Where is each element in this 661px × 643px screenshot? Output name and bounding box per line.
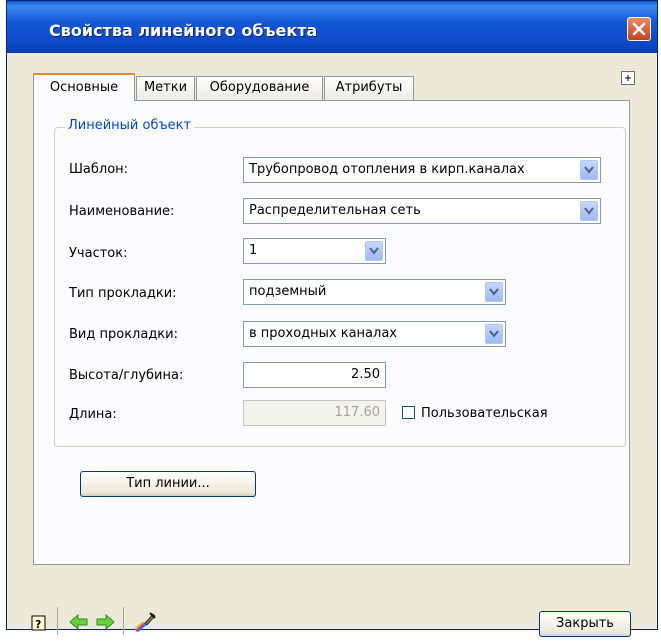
toolbar-separator bbox=[123, 607, 124, 635]
help-icon[interactable]: ? bbox=[31, 615, 47, 635]
group-legend: Линейный объект bbox=[65, 118, 195, 133]
chevron-down-icon[interactable] bbox=[365, 241, 383, 261]
toolbar-separator bbox=[57, 607, 58, 635]
tab-main[interactable]: Основные bbox=[33, 73, 135, 101]
custom-length-checkbox[interactable] bbox=[402, 406, 415, 419]
name-select[interactable]: Распределительная сеть bbox=[243, 198, 601, 224]
template-value: Трубопровод отопления в кирп.каналах bbox=[249, 162, 525, 177]
expand-icon[interactable] bbox=[621, 71, 635, 85]
template-select[interactable]: Трубопровод отопления в кирп.каналах bbox=[243, 157, 601, 183]
section-select[interactable]: 1 bbox=[243, 238, 386, 264]
svg-text:?: ? bbox=[35, 618, 41, 631]
chevron-down-icon[interactable] bbox=[580, 201, 598, 221]
back-arrow-icon[interactable] bbox=[69, 613, 89, 635]
section-label: Участок: bbox=[69, 246, 128, 261]
tab-panel-main: Линейный объект Шаблон: Трубопровод отоп… bbox=[33, 100, 630, 565]
length-label: Длина: bbox=[69, 407, 117, 422]
section-value: 1 bbox=[249, 243, 258, 258]
dialog-body: Основные Метки Оборудование Атрибуты Лин… bbox=[11, 53, 653, 637]
forward-arrow-icon[interactable] bbox=[95, 613, 115, 635]
laying-kind-value: в проходных каналах bbox=[249, 326, 397, 341]
properties-brush-icon[interactable] bbox=[133, 611, 157, 637]
chevron-down-icon[interactable] bbox=[485, 324, 503, 344]
window-title: Свойства линейного объекта bbox=[49, 21, 318, 40]
tab-labels[interactable]: Метки bbox=[136, 76, 195, 100]
close-icon bbox=[632, 22, 646, 36]
laying-kind-select[interactable]: в проходных каналах bbox=[243, 321, 506, 347]
height-label: Высота/глубина: bbox=[69, 368, 184, 383]
chevron-down-icon[interactable] bbox=[485, 282, 503, 302]
tab-labels-label: Метки bbox=[143, 80, 188, 95]
tab-attributes-label: Атрибуты bbox=[335, 80, 403, 95]
name-value: Распределительная сеть bbox=[249, 203, 421, 218]
tab-equipment-label: Оборудование bbox=[209, 80, 310, 95]
custom-length-label[interactable]: Пользовательская bbox=[421, 406, 548, 421]
line-type-button[interactable]: Тип линии... bbox=[80, 471, 256, 497]
close-window-button[interactable] bbox=[627, 17, 651, 41]
template-label: Шаблон: bbox=[69, 162, 129, 177]
laying-type-select[interactable]: подземный bbox=[243, 279, 506, 305]
linear-object-group: Линейный объект Шаблон: Трубопровод отоп… bbox=[54, 118, 626, 447]
tab-equipment[interactable]: Оборудование bbox=[196, 76, 323, 100]
chevron-down-icon[interactable] bbox=[580, 160, 598, 180]
laying-type-value: подземный bbox=[249, 284, 327, 299]
tab-attributes[interactable]: Атрибуты bbox=[324, 76, 414, 100]
title-bar[interactable]: Свойства линейного объекта bbox=[7, 1, 657, 53]
close-button[interactable]: Закрыть bbox=[539, 611, 631, 637]
laying-kind-label: Вид прокладки: bbox=[69, 327, 178, 342]
tab-main-label: Основные bbox=[49, 80, 119, 95]
length-input: 117.60 bbox=[243, 400, 386, 426]
laying-type-label: Тип прокладки: bbox=[69, 286, 177, 301]
name-label: Наименование: bbox=[69, 204, 175, 219]
bottom-toolbar: ? Закрыть bbox=[11, 583, 653, 643]
height-input[interactable]: 2.50 bbox=[243, 362, 386, 388]
dialog-window: Свойства линейного объекта Основные Метк… bbox=[6, 0, 658, 637]
